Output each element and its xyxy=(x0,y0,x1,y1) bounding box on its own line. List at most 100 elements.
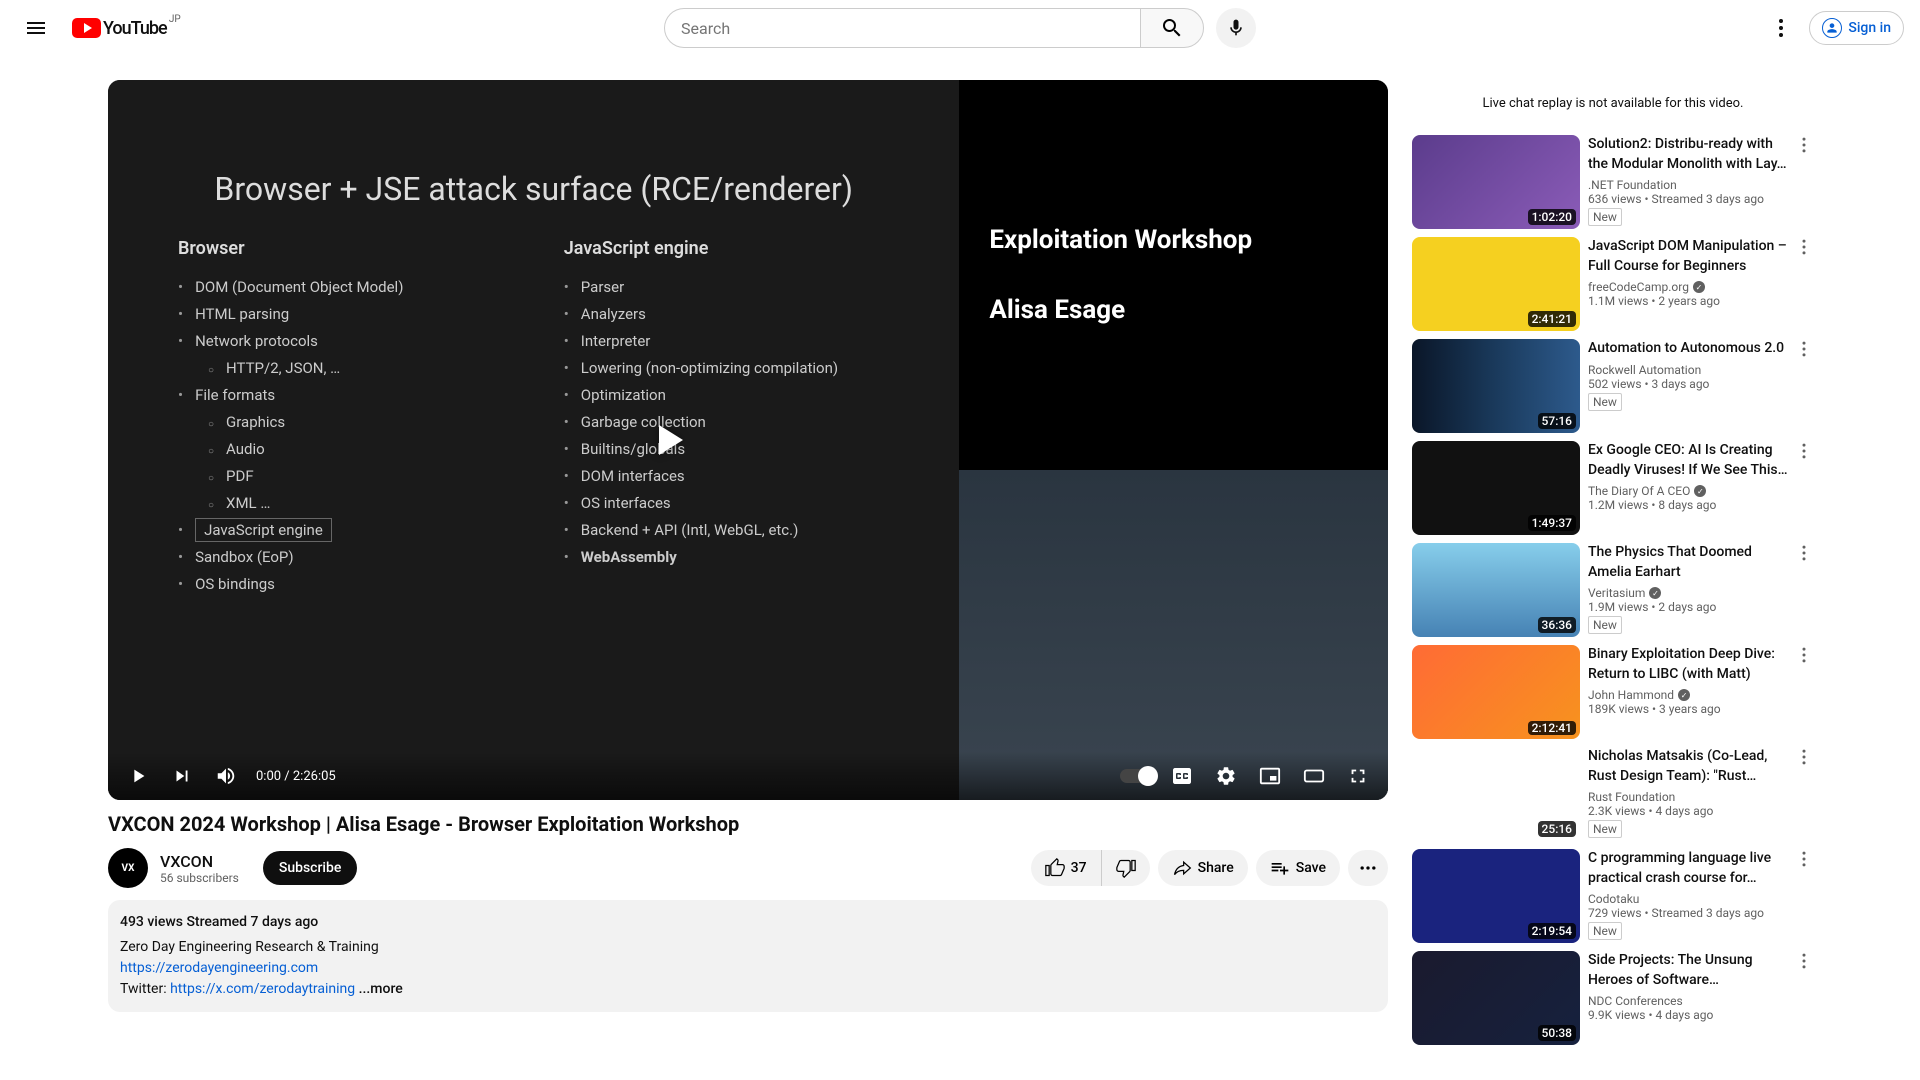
captions-control[interactable] xyxy=(1164,758,1200,794)
video-title: VXCON 2024 Workshop | Alisa Esage - Brow… xyxy=(108,812,1388,836)
related-channel[interactable]: .NET Foundation xyxy=(1588,178,1790,192)
related-channel[interactable]: The Diary Of A CEO ✓ xyxy=(1588,484,1790,498)
video-player[interactable]: Browser + JSE attack surface (RCE/render… xyxy=(108,80,1388,800)
related-title[interactable]: The Physics That Doomed Amelia Earhart xyxy=(1588,543,1790,582)
related-menu-button[interactable] xyxy=(1794,951,1814,975)
subscribe-button[interactable]: Subscribe xyxy=(263,851,358,885)
user-icon xyxy=(1822,18,1842,38)
related-menu-button[interactable] xyxy=(1794,849,1814,873)
related-channel[interactable]: Rust Foundation xyxy=(1588,790,1790,804)
duration-badge: 2:41:21 xyxy=(1528,311,1576,327)
fullscreen-icon xyxy=(1347,765,1369,787)
player-frame: Browser + JSE attack surface (RCE/render… xyxy=(108,80,1388,800)
related-menu-button[interactable] xyxy=(1794,135,1814,159)
related-channel[interactable]: freeCodeCamp.org ✓ xyxy=(1588,280,1790,294)
verified-icon: ✓ xyxy=(1693,281,1705,293)
signin-button[interactable]: Sign in xyxy=(1809,11,1904,45)
related-menu-button[interactable] xyxy=(1794,747,1814,771)
thumbnail[interactable]: 1:02:20 xyxy=(1412,135,1580,229)
desc-link-1[interactable]: https://zerodayengineering.com xyxy=(120,960,318,976)
related-meta: 502 views • 3 days ago xyxy=(1588,377,1790,391)
thumbnail[interactable]: 50:38 xyxy=(1412,951,1580,1045)
youtube-logo[interactable]: YouTube JP xyxy=(72,18,167,39)
theater-control[interactable] xyxy=(1296,758,1332,794)
voice-search-button[interactable] xyxy=(1216,8,1256,48)
related-channel[interactable]: Codotaku xyxy=(1588,892,1790,906)
hamburger-menu[interactable] xyxy=(16,8,56,48)
related-menu-button[interactable] xyxy=(1794,339,1814,363)
related-title[interactable]: Ex Google CEO: AI Is Creating Deadly Vir… xyxy=(1588,441,1790,480)
show-more-button[interactable]: ...more xyxy=(359,981,403,997)
like-button[interactable]: 37 xyxy=(1031,850,1102,886)
related-title[interactable]: Nicholas Matsakis (Co-Lead, Rust Design … xyxy=(1588,747,1790,786)
miniplayer-icon xyxy=(1259,765,1281,787)
related-item[interactable]: 57:16 Automation to Autonomous 2.0 Rockw… xyxy=(1412,339,1814,433)
duration-badge: 25:16 xyxy=(1538,821,1576,837)
kebab-icon xyxy=(1794,135,1814,155)
thumbnail[interactable]: 36:36 xyxy=(1412,543,1580,637)
play-control[interactable] xyxy=(120,758,156,794)
volume-control[interactable] xyxy=(208,758,244,794)
kebab-icon xyxy=(1794,339,1814,359)
related-item[interactable]: 1:02:20 Solution2: Distribu-ready with t… xyxy=(1412,135,1814,229)
related-menu-button[interactable] xyxy=(1794,441,1814,465)
related-title[interactable]: JavaScript DOM Manipulation – Full Cours… xyxy=(1588,237,1790,276)
related-item[interactable]: 36:36 The Physics That Doomed Amelia Ear… xyxy=(1412,543,1814,637)
channel-name[interactable]: VXCON xyxy=(160,852,239,871)
related-channel[interactable]: NDC Conferences xyxy=(1588,994,1790,1008)
related-info: Side Projects: The Unsung Heroes of Soft… xyxy=(1588,951,1814,1045)
related-title[interactable]: Binary Exploitation Deep Dive: Return to… xyxy=(1588,645,1790,684)
related-item[interactable]: 25:16 Nicholas Matsakis (Co-Lead, Rust D… xyxy=(1412,747,1814,841)
related-title[interactable]: Solution2: Distribu-ready with the Modul… xyxy=(1588,135,1790,174)
thumbnail[interactable]: 1:49:37 xyxy=(1412,441,1580,535)
thumbnail[interactable]: 57:16 xyxy=(1412,339,1580,433)
twitter-prefix: Twitter: xyxy=(120,981,170,997)
thumbnail[interactable]: 2:41:21 xyxy=(1412,237,1580,331)
related-menu-button[interactable] xyxy=(1794,237,1814,261)
settings-menu-button[interactable] xyxy=(1761,8,1801,48)
thumbnail[interactable]: 25:16 xyxy=(1412,747,1580,841)
thumbnail[interactable]: 2:19:54 xyxy=(1412,849,1580,943)
related-channel[interactable]: Rockwell Automation xyxy=(1588,363,1790,377)
related-item[interactable]: 50:38 Side Projects: The Unsung Heroes o… xyxy=(1412,951,1814,1045)
new-badge: New xyxy=(1588,616,1622,634)
share-button[interactable]: Share xyxy=(1158,850,1248,886)
related-item[interactable]: 1:49:37 Ex Google CEO: AI Is Creating De… xyxy=(1412,441,1814,535)
more-actions-button[interactable] xyxy=(1348,850,1388,886)
slide-columns: Browser DOM (Document Object Model)HTML … xyxy=(148,238,919,598)
related-title[interactable]: C programming language live practical cr… xyxy=(1588,849,1790,888)
settings-control[interactable] xyxy=(1208,758,1244,794)
related-title[interactable]: Side Projects: The Unsung Heroes of Soft… xyxy=(1588,951,1790,990)
related-item[interactable]: 2:19:54 C programming language live prac… xyxy=(1412,849,1814,943)
desc-link-2[interactable]: https://x.com/zerodaytraining xyxy=(170,981,355,997)
search-button[interactable] xyxy=(1140,8,1204,48)
miniplayer-control[interactable] xyxy=(1252,758,1288,794)
fullscreen-control[interactable] xyxy=(1340,758,1376,794)
autoplay-toggle[interactable] xyxy=(1120,769,1156,783)
related-menu-button[interactable] xyxy=(1794,645,1814,669)
related-info: C programming language live practical cr… xyxy=(1588,849,1814,943)
desc-line: Zero Day Engineering Research & Training xyxy=(120,937,1376,958)
related-meta: 1.9M views • 2 days ago xyxy=(1588,600,1790,614)
related-info: JavaScript DOM Manipulation – Full Cours… xyxy=(1588,237,1814,331)
thumbnail[interactable]: 2:12:41 xyxy=(1412,645,1580,739)
logo-country: JP xyxy=(169,14,181,25)
kebab-icon xyxy=(1794,543,1814,563)
channel-avatar[interactable]: VX xyxy=(108,848,148,888)
related-item[interactable]: 2:41:21 JavaScript DOM Manipulation – Fu… xyxy=(1412,237,1814,331)
next-control[interactable] xyxy=(164,758,200,794)
related-info: Nicholas Matsakis (Co-Lead, Rust Design … xyxy=(1588,747,1814,841)
search-input[interactable] xyxy=(664,8,1140,48)
share-icon xyxy=(1172,858,1192,878)
play-button[interactable] xyxy=(659,425,683,455)
related-menu-button[interactable] xyxy=(1794,543,1814,567)
overlay-title-1: Exploitation Workshop xyxy=(989,225,1358,255)
related-title[interactable]: Automation to Autonomous 2.0 xyxy=(1588,339,1790,359)
related-channel[interactable]: Veritasium ✓ xyxy=(1588,586,1790,600)
related-item[interactable]: 2:12:41 Binary Exploitation Deep Dive: R… xyxy=(1412,645,1814,739)
description-box[interactable]: 493 views Streamed 7 days ago Zero Day E… xyxy=(108,900,1388,1012)
dislike-button[interactable] xyxy=(1102,850,1150,886)
related-channel[interactable]: John Hammond ✓ xyxy=(1588,688,1790,702)
secondary-column: Live chat replay is not available for th… xyxy=(1412,80,1814,1053)
save-button[interactable]: Save xyxy=(1256,850,1340,886)
